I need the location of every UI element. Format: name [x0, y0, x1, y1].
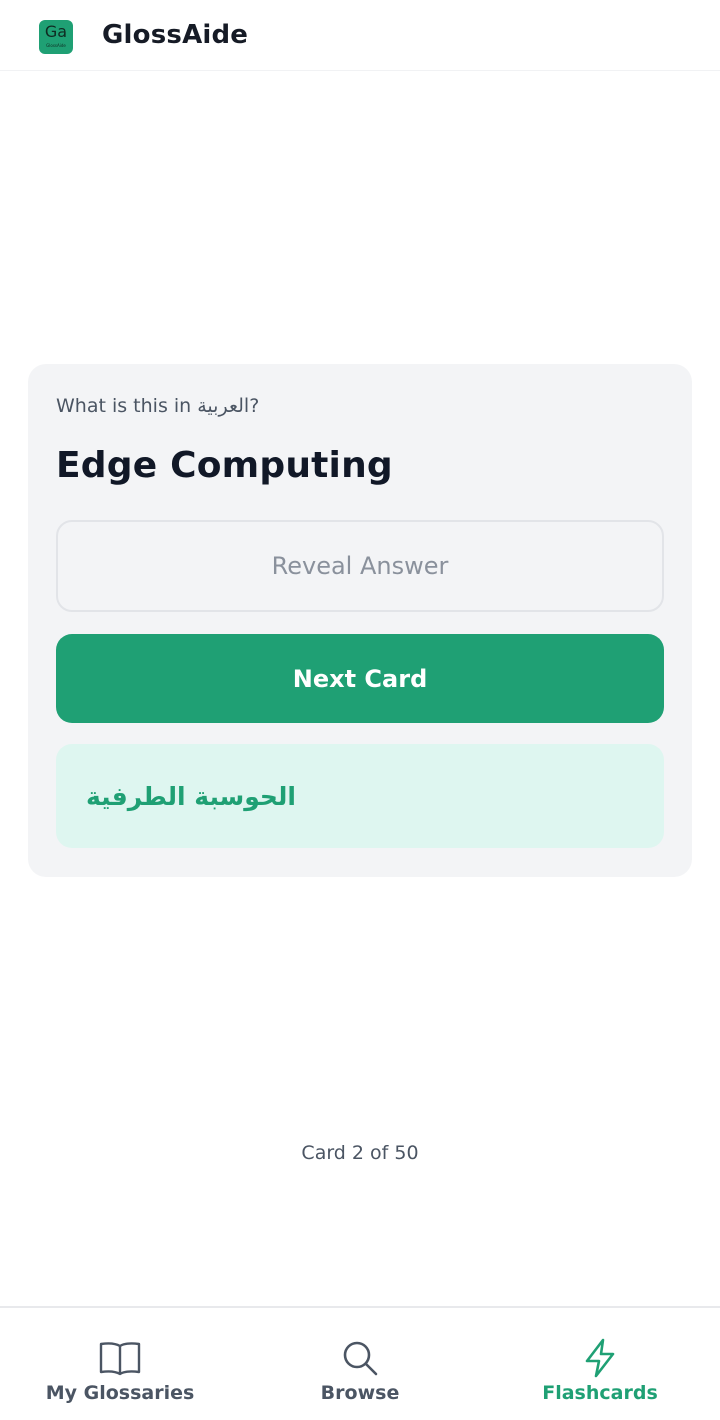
- flashcard-prompt: What is this in العربية?: [56, 395, 260, 417]
- app-logo: Ga GlossAide: [39, 19, 73, 54]
- book-open-icon: [98, 1336, 142, 1380]
- flashcard: What is this in العربية? Edge Computing …: [28, 364, 692, 877]
- search-icon: [338, 1336, 382, 1380]
- nav-label: Flashcards: [542, 1382, 658, 1404]
- nav-label: Browse: [320, 1382, 400, 1404]
- nav-label: My Glossaries: [45, 1382, 195, 1404]
- flashcard-term: Edge Computing: [56, 445, 393, 486]
- answer-text: الحوسبة الطرفية: [86, 781, 296, 811]
- nav-item-my-glossaries[interactable]: My Glossaries: [0, 1308, 240, 1420]
- next-card-button[interactable]: Next Card: [56, 634, 664, 723]
- card-counter: Card 2 of 50: [301, 1142, 419, 1164]
- app-title: GlossAide: [102, 20, 249, 50]
- app-header: Ga GlossAide GlossAide: [0, 0, 720, 71]
- bottom-navigation: My Glossaries Browse Flashcards: [0, 1306, 720, 1420]
- nav-item-flashcards[interactable]: Flashcards: [480, 1308, 720, 1420]
- lightning-icon: [578, 1336, 622, 1380]
- logo-subtext: GlossAide: [46, 42, 66, 48]
- reveal-answer-button[interactable]: Reveal Answer: [56, 520, 664, 612]
- answer-panel: الحوسبة الطرفية: [56, 744, 664, 848]
- nav-item-browse[interactable]: Browse: [240, 1308, 480, 1420]
- logo-mark: Ga: [44, 21, 68, 41]
- app-screen: Ga GlossAide GlossAide What is this in ا…: [0, 0, 720, 1420]
